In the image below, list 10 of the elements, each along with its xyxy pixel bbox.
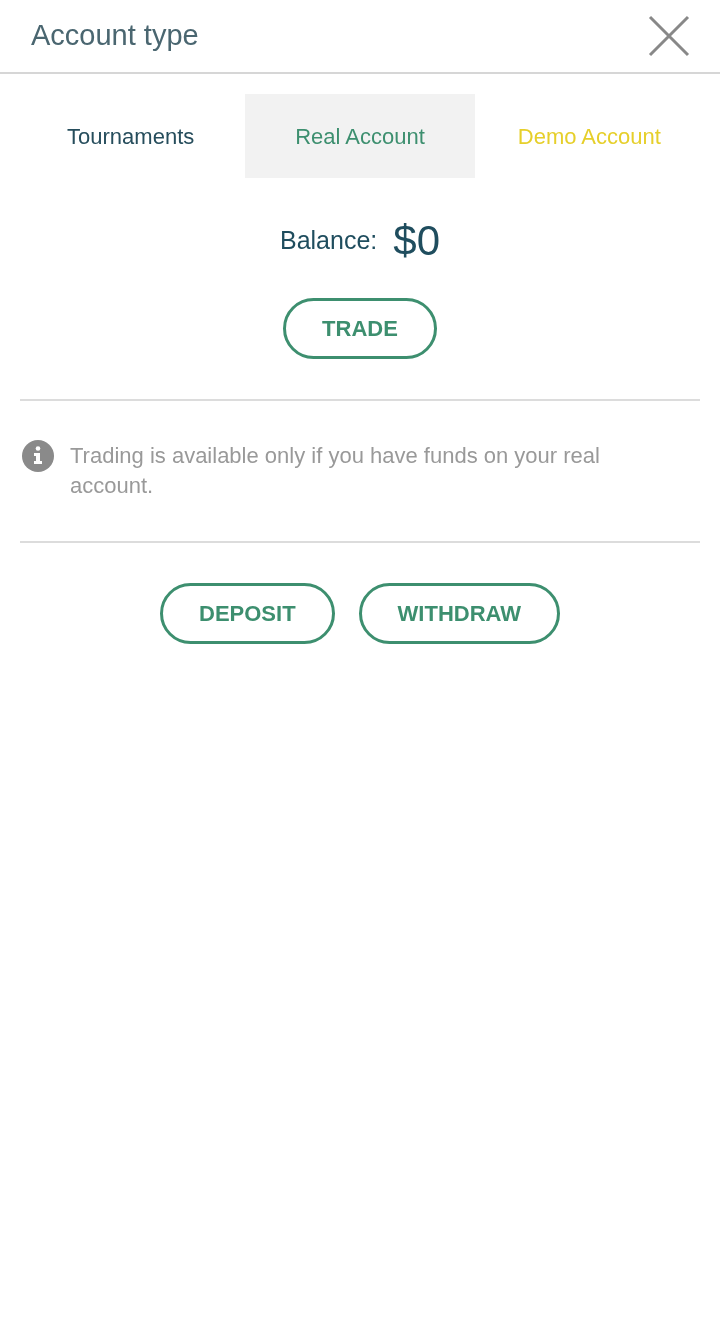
info-icon [22,440,54,472]
dialog-title: Account type [31,18,199,54]
deposit-button[interactable]: DEPOSIT [160,583,335,644]
balance-label: Balance: [280,225,378,257]
withdraw-button[interactable]: WITHDRAW [358,583,560,644]
balance-value: $0 [393,220,440,262]
close-icon[interactable] [648,15,690,57]
trade-button[interactable]: TRADE [283,298,437,359]
account-tab[interactable]: Real Account [245,94,475,178]
info-text: Trading is available only if you have funds on your real account. [70,442,601,500]
